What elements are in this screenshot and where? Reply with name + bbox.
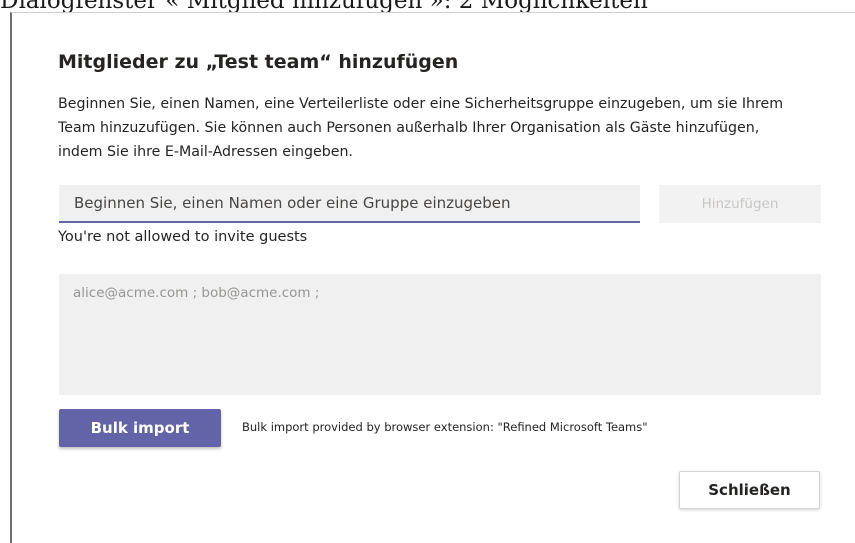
add-button[interactable]: Hinzufügen — [659, 185, 821, 223]
member-search-input[interactable] — [59, 185, 640, 223]
bulk-import-button[interactable]: Bulk import — [59, 409, 221, 447]
guest-warning: You're not allowed to invite guests — [58, 229, 308, 245]
dialog-title: Mitglieder zu „Test team“ hinzufügen — [58, 51, 459, 73]
bulk-import-note: Bulk import provided by browser extensio… — [242, 420, 648, 434]
dialog-description: Beginnen Sie, einen Namen, eine Verteile… — [58, 96, 784, 160]
add-members-dialog: Mitglieder zu „Test team“ hinzufügen Beg… — [10, 12, 855, 543]
close-button[interactable]: Schließen — [679, 471, 820, 509]
bulk-email-input[interactable] — [59, 274, 821, 395]
